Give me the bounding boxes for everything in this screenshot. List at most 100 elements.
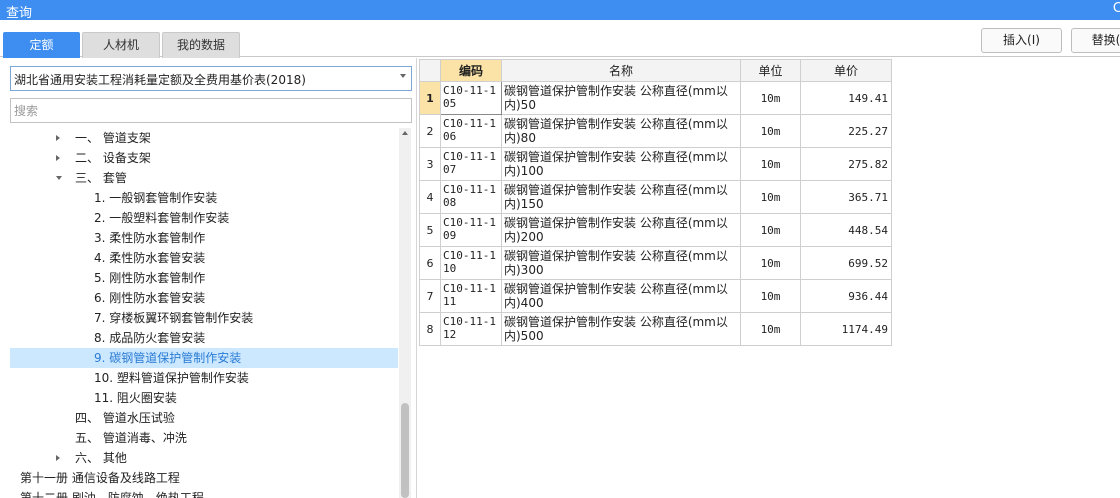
collapse-arrow-icon[interactable] bbox=[56, 176, 62, 180]
code-cell[interactable]: C10-11-105 bbox=[440, 81, 502, 115]
quota-tree-panel: 湖北省通用安装工程消耗量定额及全费用基价表(2018) 一、 管道支架二、 设备… bbox=[0, 58, 417, 498]
tree-item-label: 第十一册 通信设备及线路工程 bbox=[20, 471, 180, 485]
unit-cell[interactable]: 10m bbox=[740, 147, 801, 181]
name-cell[interactable]: 碳钢管道保护管制作安装 公称直径(mm以内)500 bbox=[501, 312, 741, 346]
tree-item-label: 五、 管道消毒、冲洗 bbox=[75, 431, 187, 445]
tab-labor-material-machine[interactable]: 人材机 bbox=[82, 32, 160, 58]
scrollbar-thumb[interactable] bbox=[401, 403, 409, 498]
price-cell[interactable]: 149.41 bbox=[800, 81, 892, 115]
tab-quota[interactable]: 定额 bbox=[3, 32, 80, 58]
tree-item-label: 三、 套管 bbox=[75, 171, 127, 185]
tree-item-label: 第十二册 刷油、防腐蚀、绝热工程 bbox=[20, 491, 204, 498]
table-row[interactable]: 2 C10-11-106 碳钢管道保护管制作安装 公称直径(mm以内)80 10m 22… bbox=[419, 114, 892, 148]
unit-cell[interactable]: 10m bbox=[740, 180, 801, 214]
name-cell[interactable]: 碳钢管道保护管制作安装 公称直径(mm以内)400 bbox=[501, 279, 741, 313]
code-cell[interactable]: C10-11-107 bbox=[440, 147, 502, 181]
tree-scrollbar[interactable] bbox=[399, 128, 411, 498]
name-cell[interactable]: 碳钢管道保护管制作安装 公称直径(mm以内)200 bbox=[501, 213, 741, 247]
unit-cell[interactable]: 10m bbox=[740, 279, 801, 313]
tree-item[interactable]: 8. 成品防火套管安装 bbox=[10, 328, 398, 348]
code-cell[interactable]: C10-11-111 bbox=[440, 279, 502, 313]
tree-item[interactable]: 7. 穿楼板翼环钢套管制作安装 bbox=[10, 308, 398, 328]
table-row[interactable]: 5 C10-11-109 碳钢管道保护管制作安装 公称直径(mm以内)200 10m 4… bbox=[419, 213, 892, 247]
quota-table: 编码 名称 单位 单价 1 C10-11-105 碳钢管道保护管制作安装 公称直径(… bbox=[419, 59, 892, 346]
name-column-header[interactable]: 名称 bbox=[501, 59, 741, 82]
tree-item[interactable]: 6. 刚性防水套管安装 bbox=[10, 288, 398, 308]
tree-item-label: 4. 柔性防水套管安装 bbox=[94, 251, 206, 265]
toolbar: 定额 人材机 我的数据 插入(I) 替换( bbox=[0, 20, 1120, 58]
unit-cell[interactable]: 10m bbox=[740, 312, 801, 346]
tree-item[interactable]: 5. 刚性防水套管制作 bbox=[10, 268, 398, 288]
price-cell[interactable]: 275.82 bbox=[800, 147, 892, 181]
name-cell[interactable]: 碳钢管道保护管制作安装 公称直径(mm以内)150 bbox=[501, 180, 741, 214]
tree-item[interactable]: 3. 柔性防水套管制作 bbox=[10, 228, 398, 248]
tree-item-label: 7. 穿楼板翼环钢套管制作安装 bbox=[94, 311, 254, 325]
row-number[interactable]: 5 bbox=[419, 213, 441, 247]
tree-item-label: 1. 一般钢套管制作安装 bbox=[94, 191, 218, 205]
code-cell[interactable]: C10-11-106 bbox=[440, 114, 502, 148]
unit-cell[interactable]: 10m bbox=[740, 246, 801, 280]
expand-arrow-icon[interactable] bbox=[56, 455, 60, 461]
unit-cell[interactable]: 10m bbox=[740, 81, 801, 115]
price-cell[interactable]: 225.27 bbox=[800, 114, 892, 148]
name-cell[interactable]: 碳钢管道保护管制作安装 公称直径(mm以内)100 bbox=[501, 147, 741, 181]
price-cell[interactable]: 448.54 bbox=[800, 213, 892, 247]
library-select[interactable]: 湖北省通用安装工程消耗量定额及全费用基价表(2018) bbox=[10, 66, 412, 91]
code-cell[interactable]: C10-11-109 bbox=[440, 213, 502, 247]
row-number[interactable]: 3 bbox=[419, 147, 441, 181]
tree-item[interactable]: 11. 阻火圈安装 bbox=[10, 388, 398, 408]
tree-item[interactable]: 9. 碳钢管道保护管制作安装 bbox=[10, 348, 398, 368]
table-row[interactable]: 6 C10-11-110 碳钢管道保护管制作安装 公称直径(mm以内)300 10m 6… bbox=[419, 246, 892, 280]
table-row[interactable]: 4 C10-11-108 碳钢管道保护管制作安装 公称直径(mm以内)150 10m 3… bbox=[419, 180, 892, 214]
search-input[interactable] bbox=[10, 98, 412, 123]
expand-arrow-icon[interactable] bbox=[56, 135, 60, 141]
code-cell[interactable]: C10-11-110 bbox=[440, 246, 502, 280]
price-column-header[interactable]: 单价 bbox=[800, 59, 892, 82]
tab-my-data[interactable]: 我的数据 bbox=[162, 32, 240, 58]
insert-button[interactable]: 插入(I) bbox=[981, 28, 1062, 53]
tree-item[interactable]: 一、 管道支架 bbox=[10, 128, 398, 148]
table-row[interactable]: 7 C10-11-111 碳钢管道保护管制作安装 公称直径(mm以内)400 10m 9… bbox=[419, 279, 892, 313]
tree-item[interactable]: 六、 其他 bbox=[10, 448, 398, 468]
row-number[interactable]: 8 bbox=[419, 312, 441, 346]
table-row[interactable]: 8 C10-11-112 碳钢管道保护管制作安装 公称直径(mm以内)500 10m 1… bbox=[419, 312, 892, 346]
price-cell[interactable]: 936.44 bbox=[800, 279, 892, 313]
code-cell[interactable]: C10-11-112 bbox=[440, 312, 502, 346]
expand-arrow-icon[interactable] bbox=[56, 155, 60, 161]
tree-item[interactable]: 第十二册 刷油、防腐蚀、绝热工程 bbox=[10, 488, 398, 498]
row-number[interactable]: 6 bbox=[419, 246, 441, 280]
tree-item[interactable]: 4. 柔性防水套管安装 bbox=[10, 248, 398, 268]
unit-column-header[interactable]: 单位 bbox=[740, 59, 801, 82]
price-cell[interactable]: 1174.49 bbox=[800, 312, 892, 346]
tree-item[interactable]: 四、 管道水压试验 bbox=[10, 408, 398, 428]
tree-item[interactable]: 1. 一般钢套管制作安装 bbox=[10, 188, 398, 208]
tree-item-label: 10. 塑料管道保护管制作安装 bbox=[94, 371, 249, 385]
row-number[interactable]: 1 bbox=[419, 81, 441, 115]
tree-item-label: 二、 设备支架 bbox=[75, 151, 151, 165]
tree-item[interactable]: 五、 管道消毒、冲洗 bbox=[10, 428, 398, 448]
row-number[interactable]: 7 bbox=[419, 279, 441, 313]
price-cell[interactable]: 699.52 bbox=[800, 246, 892, 280]
tree-item[interactable]: 三、 套管 bbox=[10, 168, 398, 188]
table-row[interactable]: 3 C10-11-107 碳钢管道保护管制作安装 公称直径(mm以内)100 10m 2… bbox=[419, 147, 892, 181]
replace-button[interactable]: 替换( bbox=[1071, 28, 1120, 53]
tree-item[interactable]: 2. 一般塑料套管制作安装 bbox=[10, 208, 398, 228]
table-row[interactable]: 1 C10-11-105 碳钢管道保护管制作安装 公称直径(mm以内)50 10m 14… bbox=[419, 81, 892, 115]
price-cell[interactable]: 365.71 bbox=[800, 180, 892, 214]
row-number[interactable]: 4 bbox=[419, 180, 441, 214]
name-cell[interactable]: 碳钢管道保护管制作安装 公称直径(mm以内)300 bbox=[501, 246, 741, 280]
close-icon[interactable]: C bbox=[1113, 1, 1120, 16]
chevron-down-icon[interactable] bbox=[400, 74, 406, 78]
code-column-header[interactable]: 编码 bbox=[440, 59, 502, 82]
tree-item[interactable]: 二、 设备支架 bbox=[10, 148, 398, 168]
scroll-up-icon[interactable] bbox=[402, 131, 408, 135]
unit-cell[interactable]: 10m bbox=[740, 213, 801, 247]
row-number[interactable]: 2 bbox=[419, 114, 441, 148]
code-cell[interactable]: C10-11-108 bbox=[440, 180, 502, 214]
name-cell[interactable]: 碳钢管道保护管制作安装 公称直径(mm以内)80 bbox=[501, 114, 741, 148]
unit-cell[interactable]: 10m bbox=[740, 114, 801, 148]
name-cell[interactable]: 碳钢管道保护管制作安装 公称直径(mm以内)50 bbox=[501, 81, 741, 115]
tree-item[interactable]: 第十一册 通信设备及线路工程 bbox=[10, 468, 398, 488]
tree-item[interactable]: 10. 塑料管道保护管制作安装 bbox=[10, 368, 398, 388]
tree-item-label: 一、 管道支架 bbox=[75, 131, 151, 145]
